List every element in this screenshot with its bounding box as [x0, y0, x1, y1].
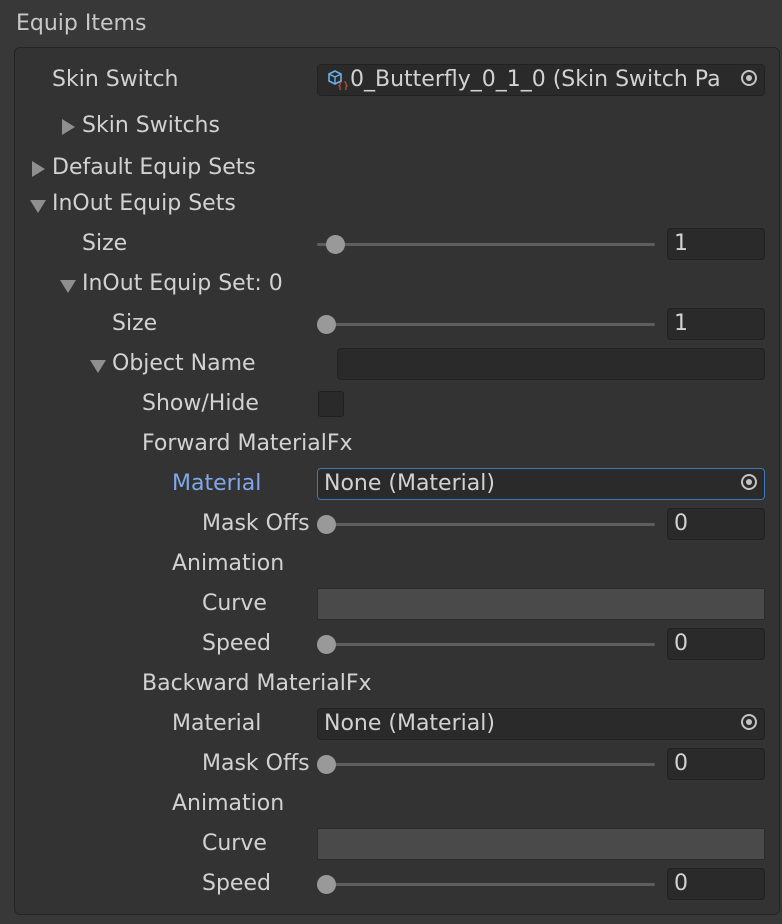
forward-materialfx-label: Forward MaterialFx [142, 431, 353, 456]
default-equip-sets-label: Default Equip Sets [52, 155, 256, 180]
forward-materialfx-row: Forward MaterialFx [0, 426, 782, 462]
foldout-collapsed-icon[interactable] [62, 119, 75, 135]
backward-speed-row: Speed 0 [0, 866, 782, 902]
foldout-collapsed-icon[interactable] [32, 161, 45, 177]
forward-material-field[interactable]: None (Material) [317, 468, 765, 500]
inout-equip-sets-label: InOut Equip Sets [52, 191, 236, 216]
foldout-expanded-icon[interactable] [60, 280, 76, 293]
speed-slider-handle[interactable] [317, 635, 336, 654]
backward-materialfx-label: Backward MaterialFx [142, 671, 372, 696]
backward-animation-row: Animation [0, 786, 782, 822]
backward-material-field[interactable]: None (Material) [317, 708, 765, 740]
show-hide-checkbox[interactable] [318, 391, 344, 417]
mask-offset-slider-track[interactable] [317, 523, 655, 526]
curve-field[interactable] [317, 828, 765, 860]
speed-slider-handle[interactable] [317, 875, 336, 894]
object-name-row: Object Name [0, 346, 782, 382]
default-equip-sets-row[interactable]: Default Equip Sets [0, 150, 782, 186]
skin-switch-field[interactable]: {} 0_Butterfly_0_1_0 (Skin Switch Pa [317, 64, 765, 96]
mask-offset-slider-handle[interactable] [317, 755, 336, 774]
size-slider-handle[interactable] [326, 235, 345, 254]
inout-equip-set-0-row[interactable]: InOut Equip Set: 0 [0, 266, 782, 302]
mask-offset-input[interactable]: 0 [667, 748, 765, 780]
size-slider-track[interactable] [317, 323, 655, 326]
object-picker-icon[interactable] [741, 70, 757, 86]
section-title: Equip Items [16, 11, 147, 36]
object-name-input[interactable] [337, 348, 765, 380]
animation-label: Animation [172, 551, 285, 576]
forward-speed-row: Speed 0 [0, 626, 782, 662]
curve-field[interactable] [317, 588, 765, 620]
speed-label: Speed [202, 871, 271, 896]
object-picker-icon[interactable] [741, 474, 757, 490]
backward-curve-row: Curve [0, 826, 782, 862]
size-label: Size [112, 311, 158, 336]
animation-label: Animation [172, 791, 285, 816]
speed-label: Speed [202, 631, 271, 656]
size-input[interactable]: 1 [667, 308, 765, 340]
svg-text:{}: {} [337, 81, 348, 90]
backward-material-row: Material None (Material) [0, 706, 782, 742]
show-hide-label: Show/Hide [142, 391, 259, 416]
skin-switchs-label: Skin Switchs [82, 113, 220, 138]
foldout-expanded-icon[interactable] [90, 360, 106, 373]
speed-slider-track[interactable] [317, 883, 655, 886]
mask-offset-label: Mask Offs [202, 511, 310, 536]
size-slider-track[interactable] [317, 243, 655, 246]
skin-switch-row: Skin Switch {} 0_Butterfly_0_1_0 (Skin S… [0, 62, 782, 98]
forward-animation-row: Animation [0, 546, 782, 582]
material-label: Material [172, 471, 262, 496]
forward-material-row: Material None (Material) [0, 466, 782, 502]
show-hide-row: Show/Hide [0, 386, 782, 422]
inout-sets-size-row: Size 1 [0, 226, 782, 262]
mask-offset-input[interactable]: 0 [667, 508, 765, 540]
backward-material-value: None (Material) [324, 711, 495, 736]
mask-offset-slider-handle[interactable] [317, 515, 336, 534]
foldout-expanded-icon[interactable] [30, 200, 46, 213]
size-slider-handle[interactable] [317, 315, 336, 334]
mask-offset-slider-track[interactable] [317, 763, 655, 766]
inout-equip-set-0-label: InOut Equip Set: 0 [82, 271, 283, 296]
curve-label: Curve [202, 831, 267, 856]
size-input[interactable]: 1 [667, 228, 765, 260]
size-label: Size [82, 231, 128, 256]
skin-switch-label: Skin Switch [52, 67, 179, 92]
skin-switchs-row[interactable]: Skin Switchs [0, 108, 782, 144]
material-label: Material [172, 711, 262, 736]
speed-input[interactable]: 0 [667, 628, 765, 660]
speed-input[interactable]: 0 [667, 868, 765, 900]
object-picker-icon[interactable] [741, 714, 757, 730]
set0-size-row: Size 1 [0, 306, 782, 342]
speed-slider-track[interactable] [317, 643, 655, 646]
backward-materialfx-row: Backward MaterialFx [0, 666, 782, 702]
prefab-script-icon: {} [326, 68, 349, 92]
object-name-label: Object Name [112, 351, 256, 376]
forward-material-value: None (Material) [324, 471, 495, 496]
backward-mask-row: Mask Offs 0 [0, 746, 782, 782]
mask-offset-label: Mask Offs [202, 751, 310, 776]
curve-label: Curve [202, 591, 267, 616]
forward-curve-row: Curve [0, 586, 782, 622]
inout-equip-sets-row[interactable]: InOut Equip Sets [0, 186, 782, 222]
skin-switch-value: 0_Butterfly_0_1_0 (Skin Switch Pa [350, 67, 721, 92]
forward-mask-row: Mask Offs 0 [0, 506, 782, 542]
